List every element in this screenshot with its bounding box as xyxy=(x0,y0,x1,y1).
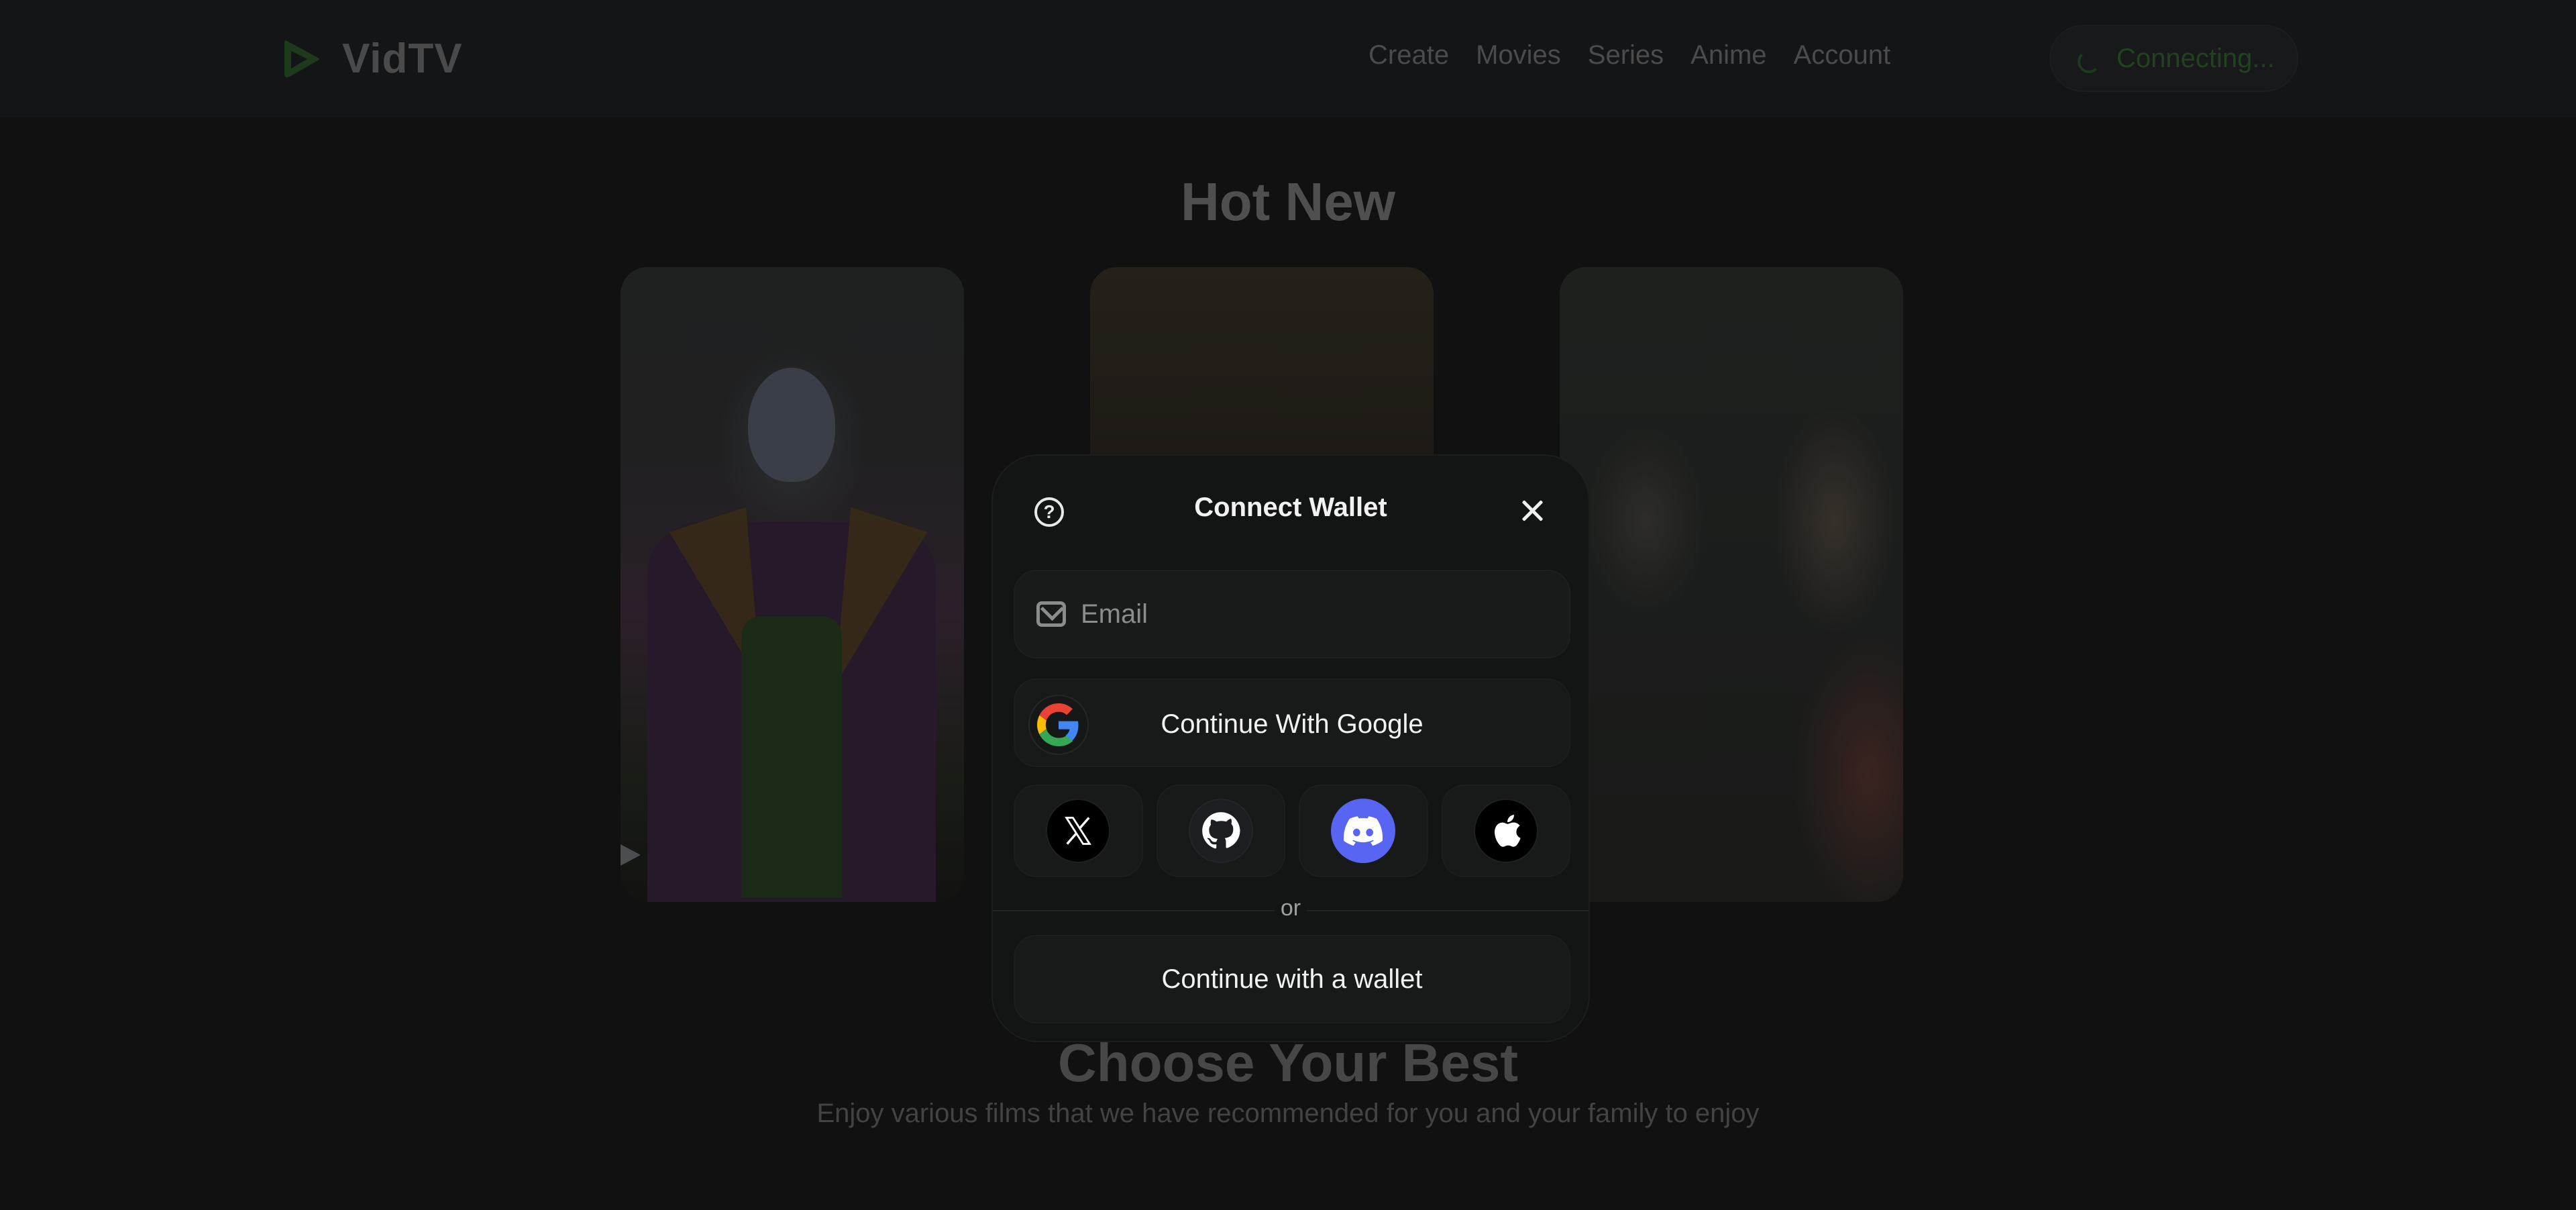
nav-link-create[interactable]: Create xyxy=(1368,40,1449,70)
hot-new-title: Hot New xyxy=(1181,172,1395,232)
poster-fight[interactable] xyxy=(1560,267,1903,902)
mail-icon xyxy=(1036,601,1066,627)
poster-art xyxy=(741,616,842,898)
social-login-row xyxy=(1014,785,1570,877)
google-button-label: Continue With Google xyxy=(1161,709,1424,739)
apple-icon xyxy=(1473,799,1538,863)
x-logo-icon xyxy=(1046,799,1111,863)
connect-button-label: Connecting... xyxy=(2116,43,2275,73)
page: VidTV Create Movies Series Anime Account… xyxy=(0,0,2576,1210)
logo[interactable]: VidTV xyxy=(282,35,463,83)
nav-link-movies[interactable]: Movies xyxy=(1476,40,1561,70)
continue-with-wallet-button[interactable]: Continue with a wallet xyxy=(1014,935,1570,1023)
apple-login-button[interactable] xyxy=(1441,785,1570,877)
poster-joker[interactable] xyxy=(621,267,964,902)
logo-text: VidTV xyxy=(342,36,463,82)
email-input[interactable] xyxy=(1081,599,1550,629)
spinner-icon xyxy=(2078,50,2100,73)
nav-link-anime[interactable]: Anime xyxy=(1690,40,1766,70)
email-field[interactable] xyxy=(1014,570,1570,658)
section-subtitle: Enjoy various films that we have recomme… xyxy=(816,1099,1760,1128)
continue-with-google-button[interactable]: Continue With Google xyxy=(1014,678,1570,767)
discord-login-button[interactable] xyxy=(1299,785,1428,877)
divider-line xyxy=(1307,910,1589,911)
nav-link-series[interactable]: Series xyxy=(1588,40,1664,70)
nav-link-account[interactable]: Account xyxy=(1794,40,1891,70)
poster-art xyxy=(748,368,835,482)
navbar: VidTV Create Movies Series Anime Account… xyxy=(0,0,2576,117)
nav-links: Create Movies Series Anime Account xyxy=(1368,40,1890,70)
close-icon[interactable] xyxy=(1517,496,1547,525)
connect-wallet-modal: ? Connect Wallet Continue With Google xyxy=(991,454,1590,1042)
or-divider: or xyxy=(993,895,1589,921)
wallet-button-label: Continue with a wallet xyxy=(1161,964,1423,994)
play-logo-icon xyxy=(284,40,319,77)
play-icon[interactable] xyxy=(621,844,641,866)
github-login-button[interactable] xyxy=(1156,785,1285,877)
connect-wallet-button[interactable]: Connecting... xyxy=(2049,25,2298,92)
discord-icon xyxy=(1331,799,1396,863)
x-login-button[interactable] xyxy=(1014,785,1143,877)
divider-text: or xyxy=(1280,895,1301,921)
github-icon xyxy=(1188,799,1253,863)
modal-title: Connect Wallet xyxy=(1194,493,1387,522)
